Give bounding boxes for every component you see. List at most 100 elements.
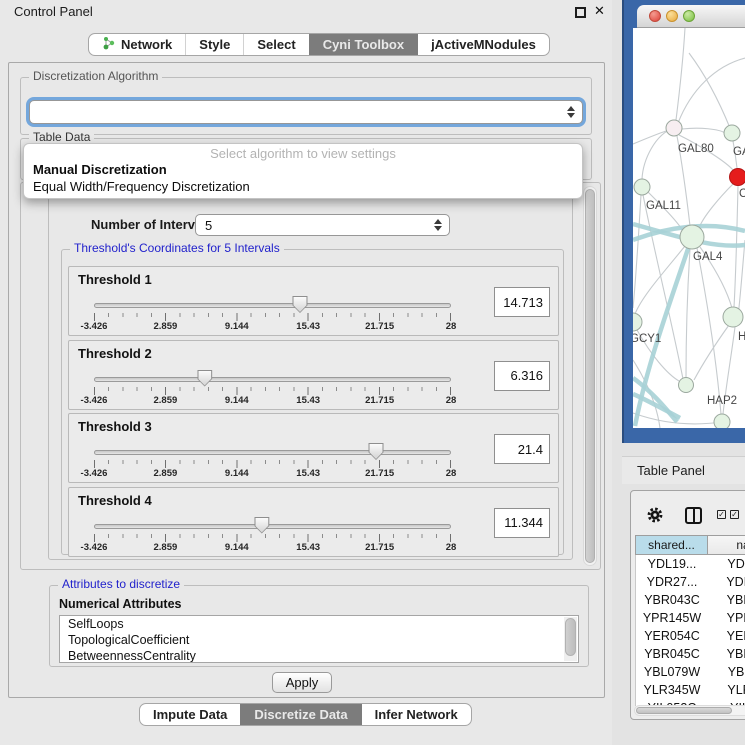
network-node[interactable] — [730, 169, 745, 186]
table-cell[interactable]: YDR27... — [636, 573, 708, 591]
tick-label: 2.859 — [154, 395, 178, 406]
table-cell[interactable]: YLR345W — [636, 681, 708, 699]
threshold-value-input[interactable]: 14.713 — [494, 287, 550, 317]
network-canvas[interactable]: GAL80GACGAL11GAL4GCY1HHAP2 — [633, 28, 745, 428]
settings-vertical-scrollbar[interactable] — [583, 186, 597, 566]
table-cell[interactable]: YPR1 — [708, 609, 745, 627]
threshold-slider[interactable]: -3.426 2.859 9.144 15.43 21.715 — [94, 447, 451, 481]
dropdown-option-equal-width[interactable]: Equal Width/Frequency Discretization — [24, 178, 582, 195]
slider-track[interactable] — [94, 377, 451, 382]
network-node[interactable] — [634, 179, 650, 195]
table-cell[interactable]: YBL0 — [708, 663, 745, 681]
slider-thumb[interactable] — [369, 443, 384, 460]
network-node[interactable] — [723, 307, 743, 327]
network-node-label: GAL11 — [646, 200, 681, 212]
list-item[interactable]: SelfLoops — [60, 616, 578, 632]
network-node-label: GCY1 — [633, 333, 661, 345]
list-item[interactable]: BetweennessCentrality — [60, 648, 578, 663]
table-row[interactable]: YBR045C YBR0 — [636, 645, 745, 663]
network-window-titlebar[interactable] — [637, 5, 745, 28]
slider-track[interactable] — [94, 303, 451, 308]
threshold-value-input[interactable]: 11.344 — [494, 508, 550, 538]
tab-jactivemnodules[interactable]: jActiveMNodules — [417, 34, 549, 55]
table-cell[interactable]: YBR043C — [636, 591, 708, 609]
table-cell[interactable]: YBR0 — [708, 645, 745, 663]
traffic-light-close-icon[interactable] — [649, 10, 661, 22]
traffic-light-minimize-icon[interactable] — [666, 10, 678, 22]
table-row[interactable]: YPR145W YPR1 — [636, 609, 745, 627]
table-cell[interactable]: YBL079W — [636, 663, 708, 681]
float-window-icon[interactable] — [575, 7, 586, 18]
table-row[interactable]: YBL079W YBL0 — [636, 663, 745, 681]
threshold-box: Threshold 2 -3.426 2.8 — [68, 340, 559, 410]
table-cell[interactable]: YLR3 — [708, 681, 745, 699]
tab-impute-data[interactable]: Impute Data — [140, 704, 240, 725]
cyni-bottom-tabbar: Impute Data Discretize Data Infer Networ… — [139, 703, 472, 726]
list-item[interactable]: TopologicalCoefficient — [60, 632, 578, 648]
tab-cyni-toolbox[interactable]: Cyni Toolbox — [309, 34, 417, 55]
column-header-shared-name[interactable]: shared... — [636, 536, 708, 554]
threshold-box: Threshold 4 -3.426 2.8 — [68, 487, 559, 557]
table-row[interactable]: YBR043C YBR0 — [636, 591, 745, 609]
threshold-value-input[interactable]: 21.4 — [494, 434, 550, 464]
list-vertical-scrollbar[interactable] — [564, 617, 577, 661]
scrollbar-thumb[interactable] — [585, 189, 595, 563]
table-cell[interactable]: YDL19... — [636, 555, 708, 573]
table-row[interactable]: YLR345W YLR3 — [636, 681, 745, 699]
dropdown-option-manual[interactable]: Manual Discretization — [24, 161, 582, 178]
table-cell[interactable]: YDR2 — [708, 573, 745, 591]
thresholds-group: Threshold's Coordinates for 5 Intervals … — [61, 249, 564, 555]
slider-thumb[interactable] — [197, 370, 212, 387]
network-node[interactable] — [633, 313, 642, 331]
table-cell[interactable]: YPR145W — [636, 609, 708, 627]
table-row[interactable]: YDL19... YDL1 — [636, 555, 745, 573]
panel-title: Control Panel — [14, 4, 93, 19]
tab-select[interactable]: Select — [243, 34, 308, 55]
table-row[interactable]: YER054C YER0 — [636, 627, 745, 645]
scrollbar-thumb[interactable] — [636, 707, 732, 714]
table-row[interactable]: YDR27... YDR2 — [636, 573, 745, 591]
tab-style[interactable]: Style — [185, 34, 243, 55]
tab-network[interactable]: Network — [89, 34, 185, 55]
column-header-name[interactable]: na — [708, 536, 745, 554]
traffic-light-zoom-icon[interactable] — [683, 10, 695, 22]
table-cell[interactable]: YDL1 — [708, 555, 745, 573]
settings-gear-icon[interactable] — [646, 506, 664, 529]
scrollbar-thumb[interactable] — [565, 618, 576, 656]
tab-label: Infer Network — [375, 707, 458, 722]
threshold-label: Threshold 4 — [78, 493, 152, 508]
slider-thumb[interactable] — [254, 517, 269, 534]
number-of-intervals-combobox[interactable]: 5 — [195, 214, 450, 236]
slider-thumb[interactable] — [292, 296, 307, 313]
table-panel-title: Table Panel — [622, 456, 745, 484]
tick-label: -3.426 — [81, 542, 108, 553]
network-node[interactable] — [714, 414, 730, 428]
tab-infer-network[interactable]: Infer Network — [361, 704, 471, 725]
numerical-attributes-list: SelfLoops TopologicalCoefficient Between… — [59, 615, 579, 663]
slider-track[interactable] — [94, 450, 451, 455]
threshold-value-input[interactable]: 6.316 — [494, 361, 550, 391]
threshold-slider[interactable]: -3.426 2.859 9.144 15.43 21.715 — [94, 300, 451, 334]
split-columns-icon[interactable] — [685, 507, 702, 524]
apply-button[interactable]: Apply — [272, 672, 332, 693]
algorithm-combobox[interactable] — [29, 100, 583, 124]
network-node[interactable] — [680, 225, 704, 249]
close-icon[interactable]: ✕ — [594, 3, 605, 19]
table-cell[interactable]: YBR0 — [708, 591, 745, 609]
threshold-slider[interactable]: -3.426 2.859 9.144 15.43 21.715 — [94, 521, 451, 555]
slider-track[interactable] — [94, 524, 451, 529]
tab-label: Select — [257, 37, 295, 52]
table-horizontal-scrollbar[interactable] — [634, 705, 745, 716]
threshold-slider[interactable]: -3.426 2.859 9.144 15.43 21.715 — [94, 374, 451, 408]
network-node[interactable] — [666, 120, 682, 136]
control-panel-tabbar: Network Style Select Cyni Toolbox jActiv… — [88, 33, 550, 56]
table-cell[interactable]: YBR045C — [636, 645, 708, 663]
network-node[interactable] — [679, 378, 694, 393]
table-cell[interactable]: YER054C — [636, 627, 708, 645]
network-node[interactable] — [724, 125, 740, 141]
checkbox-icon[interactable]: ✓ — [717, 510, 726, 519]
checkbox-icon[interactable]: ✓ — [730, 510, 739, 519]
tab-discretize-data[interactable]: Discretize Data — [240, 704, 360, 725]
table-cell[interactable]: YER0 — [708, 627, 745, 645]
slider-major-ticks — [94, 387, 451, 395]
